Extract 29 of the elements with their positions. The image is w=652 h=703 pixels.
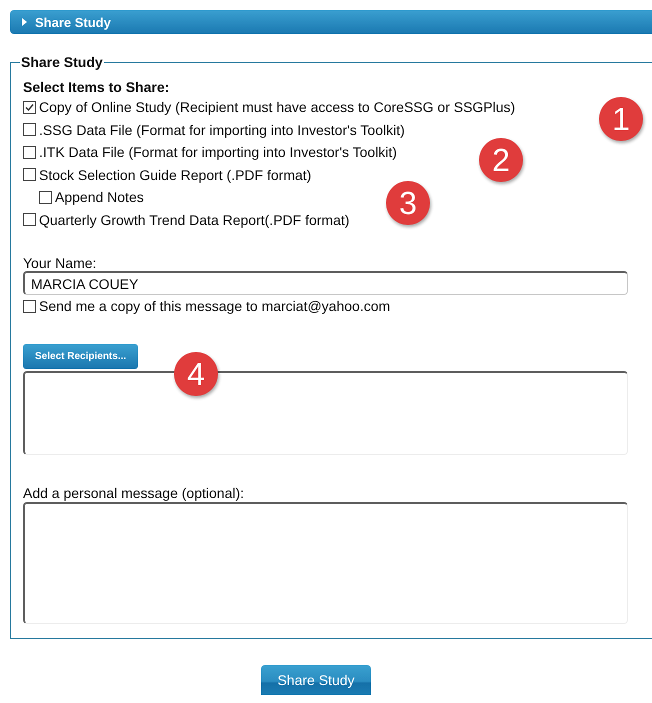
checkbox[interactable] — [23, 300, 36, 313]
name-field[interactable]: MARCIA COUEY — [23, 271, 628, 295]
checkbox-label: Quarterly Growth Trend Data Report(.PDF format) — [39, 210, 350, 230]
checkbox-label: Append Notes — [55, 188, 144, 207]
checkbox-label: .ITK Data File (Format for importing into Investor's Toolkit) — [39, 143, 397, 162]
checkbox-label: Copy of Online Study (Recipient must have access to CoreSSG or SSGPlus) — [39, 98, 516, 117]
step-marker: 2 — [479, 138, 523, 182]
checkbox-label: Stock Selection Guide Report (.PDF format) — [39, 166, 312, 185]
step-marker: 1 — [599, 97, 643, 141]
section-header[interactable]: Share Study — [10, 10, 652, 34]
section-title: Share Study — [35, 14, 111, 30]
checkbox[interactable] — [23, 168, 36, 182]
checkbox[interactable] — [39, 190, 52, 204]
step-marker: 3 — [386, 181, 430, 225]
checkbox-label: Send me a copy of this message to marciat@yahoo.com — [39, 297, 390, 316]
share-study-button[interactable]: Share Study — [261, 664, 371, 694]
message-field[interactable] — [23, 502, 628, 624]
checkbox[interactable] — [23, 146, 36, 159]
items-heading: Select Items to Share: — [23, 78, 170, 96]
checkbox[interactable] — [23, 100, 36, 114]
select-recipients-button[interactable]: Select Recipients... — [23, 344, 138, 368]
name-label: Your Name: — [23, 255, 98, 271]
expand-icon — [22, 18, 27, 26]
checkbox[interactable] — [23, 123, 36, 136]
checkbox[interactable] — [23, 213, 36, 226]
message-label: Add a personal message (optional): — [23, 484, 246, 500]
step-marker: 4 — [174, 352, 218, 396]
checkbox-label: .SSG Data File (Format for importing into Investor's Toolkit) — [39, 120, 405, 140]
panel-legend: Share Study — [20, 54, 104, 70]
